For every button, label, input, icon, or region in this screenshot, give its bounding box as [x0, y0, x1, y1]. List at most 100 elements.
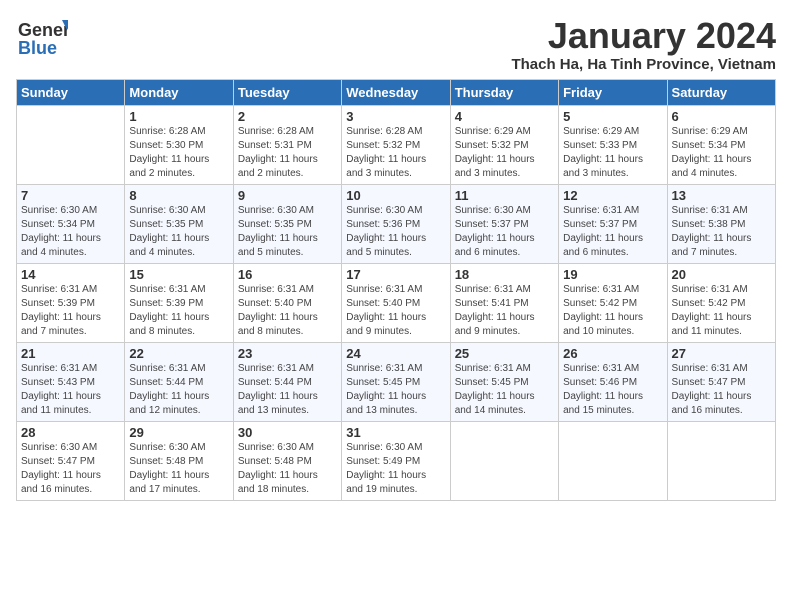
day-number: 2 — [238, 109, 337, 124]
day-info: Sunrise: 6:28 AM Sunset: 5:32 PM Dayligh… — [346, 125, 445, 181]
day-info: Sunrise: 6:31 AM Sunset: 5:38 PM Dayligh… — [672, 204, 771, 260]
calendar-week-4: 21Sunrise: 6:31 AM Sunset: 5:43 PM Dayli… — [17, 342, 776, 421]
day-info: Sunrise: 6:30 AM Sunset: 5:35 PM Dayligh… — [238, 204, 337, 260]
day-number: 22 — [129, 346, 228, 361]
day-number: 12 — [563, 188, 662, 203]
weekday-header-friday: Friday — [559, 79, 667, 105]
day-info: Sunrise: 6:29 AM Sunset: 5:34 PM Dayligh… — [672, 125, 771, 181]
day-info: Sunrise: 6:31 AM Sunset: 5:44 PM Dayligh… — [129, 362, 228, 418]
weekday-header-wednesday: Wednesday — [342, 79, 450, 105]
day-number: 10 — [346, 188, 445, 203]
day-number: 25 — [455, 346, 554, 361]
day-number: 6 — [672, 109, 771, 124]
day-info: Sunrise: 6:31 AM Sunset: 5:46 PM Dayligh… — [563, 362, 662, 418]
svg-text:Blue: Blue — [18, 38, 57, 58]
day-info: Sunrise: 6:29 AM Sunset: 5:32 PM Dayligh… — [455, 125, 554, 181]
calendar-cell: 19Sunrise: 6:31 AM Sunset: 5:42 PM Dayli… — [559, 263, 667, 342]
day-number: 1 — [129, 109, 228, 124]
calendar-cell: 12Sunrise: 6:31 AM Sunset: 5:37 PM Dayli… — [559, 184, 667, 263]
day-number: 31 — [346, 425, 445, 440]
day-info: Sunrise: 6:31 AM Sunset: 5:45 PM Dayligh… — [346, 362, 445, 418]
calendar-cell: 2Sunrise: 6:28 AM Sunset: 5:31 PM Daylig… — [233, 105, 341, 184]
day-number: 28 — [21, 425, 120, 440]
day-info: Sunrise: 6:31 AM Sunset: 5:39 PM Dayligh… — [129, 283, 228, 339]
calendar-cell: 1Sunrise: 6:28 AM Sunset: 5:30 PM Daylig… — [125, 105, 233, 184]
day-number: 14 — [21, 267, 120, 282]
day-number: 19 — [563, 267, 662, 282]
day-info: Sunrise: 6:31 AM Sunset: 5:45 PM Dayligh… — [455, 362, 554, 418]
weekday-header-thursday: Thursday — [450, 79, 558, 105]
logo-icon: General Blue — [16, 16, 68, 60]
day-number: 30 — [238, 425, 337, 440]
day-info: Sunrise: 6:31 AM Sunset: 5:47 PM Dayligh… — [672, 362, 771, 418]
calendar-cell: 25Sunrise: 6:31 AM Sunset: 5:45 PM Dayli… — [450, 342, 558, 421]
day-info: Sunrise: 6:30 AM Sunset: 5:48 PM Dayligh… — [129, 441, 228, 497]
calendar-week-2: 7Sunrise: 6:30 AM Sunset: 5:34 PM Daylig… — [17, 184, 776, 263]
day-info: Sunrise: 6:30 AM Sunset: 5:37 PM Dayligh… — [455, 204, 554, 260]
day-number: 27 — [672, 346, 771, 361]
day-info: Sunrise: 6:31 AM Sunset: 5:41 PM Dayligh… — [455, 283, 554, 339]
calendar-cell: 16Sunrise: 6:31 AM Sunset: 5:40 PM Dayli… — [233, 263, 341, 342]
day-info: Sunrise: 6:31 AM Sunset: 5:44 PM Dayligh… — [238, 362, 337, 418]
day-number: 3 — [346, 109, 445, 124]
calendar-cell: 3Sunrise: 6:28 AM Sunset: 5:32 PM Daylig… — [342, 105, 450, 184]
calendar-cell — [17, 105, 125, 184]
day-number: 24 — [346, 346, 445, 361]
day-number: 20 — [672, 267, 771, 282]
calendar-cell: 31Sunrise: 6:30 AM Sunset: 5:49 PM Dayli… — [342, 421, 450, 500]
calendar-cell: 22Sunrise: 6:31 AM Sunset: 5:44 PM Dayli… — [125, 342, 233, 421]
calendar-cell: 7Sunrise: 6:30 AM Sunset: 5:34 PM Daylig… — [17, 184, 125, 263]
day-info: Sunrise: 6:28 AM Sunset: 5:31 PM Dayligh… — [238, 125, 337, 181]
logo: General Blue — [16, 16, 68, 60]
calendar-cell: 13Sunrise: 6:31 AM Sunset: 5:38 PM Dayli… — [667, 184, 775, 263]
calendar-cell: 24Sunrise: 6:31 AM Sunset: 5:45 PM Dayli… — [342, 342, 450, 421]
calendar-cell: 30Sunrise: 6:30 AM Sunset: 5:48 PM Dayli… — [233, 421, 341, 500]
month-title: January 2024 — [511, 16, 776, 56]
day-number: 15 — [129, 267, 228, 282]
calendar-cell: 23Sunrise: 6:31 AM Sunset: 5:44 PM Dayli… — [233, 342, 341, 421]
calendar-cell: 10Sunrise: 6:30 AM Sunset: 5:36 PM Dayli… — [342, 184, 450, 263]
svg-text:General: General — [18, 20, 68, 40]
day-number: 9 — [238, 188, 337, 203]
day-info: Sunrise: 6:31 AM Sunset: 5:42 PM Dayligh… — [672, 283, 771, 339]
title-block: January 2024 Thach Ha, Ha Tinh Province,… — [511, 16, 776, 73]
calendar-cell: 17Sunrise: 6:31 AM Sunset: 5:40 PM Dayli… — [342, 263, 450, 342]
weekday-header-sunday: Sunday — [17, 79, 125, 105]
day-number: 26 — [563, 346, 662, 361]
page-header: General Blue January 2024 Thach Ha, Ha T… — [16, 16, 776, 73]
day-info: Sunrise: 6:28 AM Sunset: 5:30 PM Dayligh… — [129, 125, 228, 181]
day-info: Sunrise: 6:30 AM Sunset: 5:34 PM Dayligh… — [21, 204, 120, 260]
calendar-cell: 8Sunrise: 6:30 AM Sunset: 5:35 PM Daylig… — [125, 184, 233, 263]
calendar-cell — [667, 421, 775, 500]
day-number: 29 — [129, 425, 228, 440]
calendar-cell: 20Sunrise: 6:31 AM Sunset: 5:42 PM Dayli… — [667, 263, 775, 342]
calendar-cell: 15Sunrise: 6:31 AM Sunset: 5:39 PM Dayli… — [125, 263, 233, 342]
weekday-header-saturday: Saturday — [667, 79, 775, 105]
day-info: Sunrise: 6:31 AM Sunset: 5:39 PM Dayligh… — [21, 283, 120, 339]
day-number: 23 — [238, 346, 337, 361]
calendar-cell: 11Sunrise: 6:30 AM Sunset: 5:37 PM Dayli… — [450, 184, 558, 263]
weekday-header-monday: Monday — [125, 79, 233, 105]
calendar-week-1: 1Sunrise: 6:28 AM Sunset: 5:30 PM Daylig… — [17, 105, 776, 184]
day-number: 8 — [129, 188, 228, 203]
calendar-cell — [559, 421, 667, 500]
day-number: 4 — [455, 109, 554, 124]
day-info: Sunrise: 6:30 AM Sunset: 5:35 PM Dayligh… — [129, 204, 228, 260]
day-info: Sunrise: 6:30 AM Sunset: 5:48 PM Dayligh… — [238, 441, 337, 497]
calendar-cell: 6Sunrise: 6:29 AM Sunset: 5:34 PM Daylig… — [667, 105, 775, 184]
day-number: 7 — [21, 188, 120, 203]
calendar-cell: 14Sunrise: 6:31 AM Sunset: 5:39 PM Dayli… — [17, 263, 125, 342]
day-number: 16 — [238, 267, 337, 282]
day-number: 21 — [21, 346, 120, 361]
day-info: Sunrise: 6:31 AM Sunset: 5:40 PM Dayligh… — [346, 283, 445, 339]
calendar-cell: 21Sunrise: 6:31 AM Sunset: 5:43 PM Dayli… — [17, 342, 125, 421]
day-info: Sunrise: 6:30 AM Sunset: 5:47 PM Dayligh… — [21, 441, 120, 497]
day-info: Sunrise: 6:30 AM Sunset: 5:36 PM Dayligh… — [346, 204, 445, 260]
calendar-cell: 18Sunrise: 6:31 AM Sunset: 5:41 PM Dayli… — [450, 263, 558, 342]
day-info: Sunrise: 6:30 AM Sunset: 5:49 PM Dayligh… — [346, 441, 445, 497]
day-info: Sunrise: 6:31 AM Sunset: 5:40 PM Dayligh… — [238, 283, 337, 339]
calendar-cell: 29Sunrise: 6:30 AM Sunset: 5:48 PM Dayli… — [125, 421, 233, 500]
day-number: 5 — [563, 109, 662, 124]
calendar-cell: 28Sunrise: 6:30 AM Sunset: 5:47 PM Dayli… — [17, 421, 125, 500]
calendar-header-row: SundayMondayTuesdayWednesdayThursdayFrid… — [17, 79, 776, 105]
